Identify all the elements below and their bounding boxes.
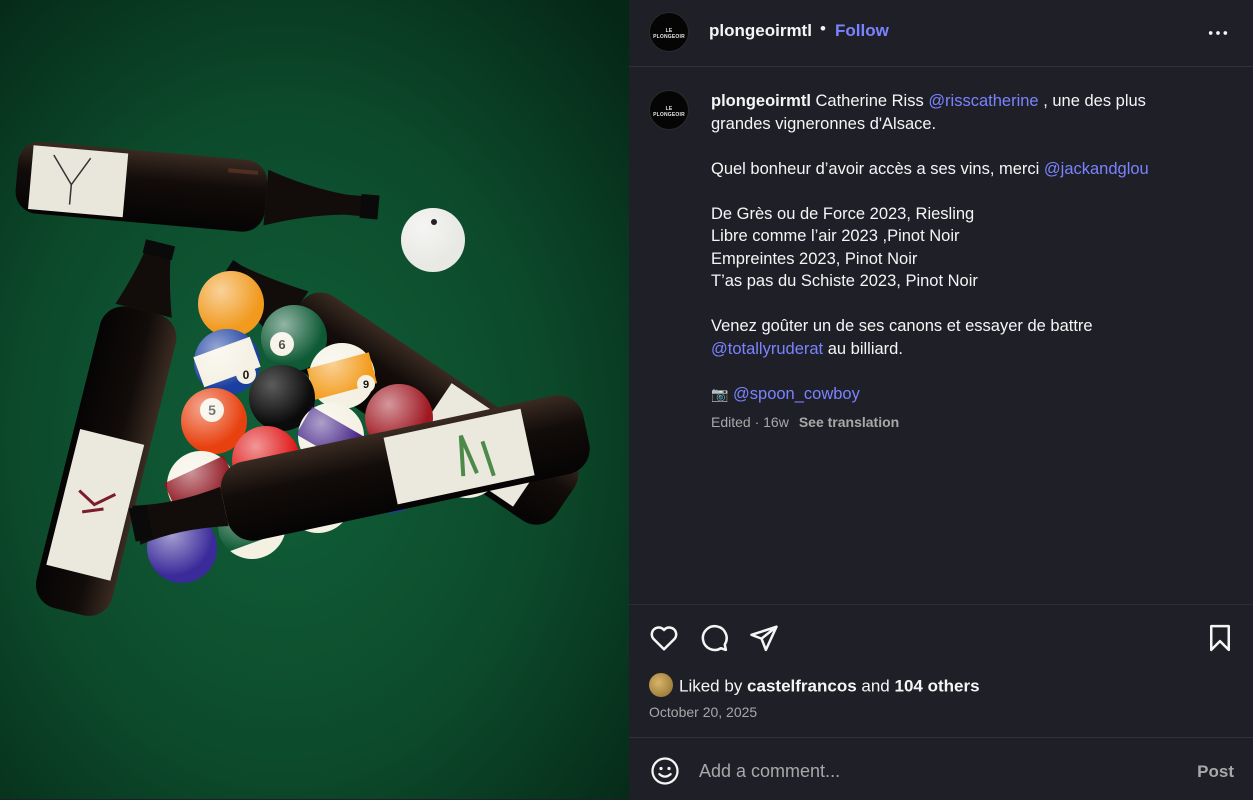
post-photo[interactable]: 6 0 9 5 2 11 14 4 xyxy=(0,0,629,799)
caption-line: Quel bonheur d’avoir accès a ses vins, m… xyxy=(711,158,1211,181)
avatar-text: LE PLONGEOIR xyxy=(653,106,685,118)
comment-bubble-icon[interactable] xyxy=(699,623,729,653)
photo-billiard-wine: 6 0 9 5 2 11 14 4 xyxy=(0,0,629,799)
share-paper-plane-icon[interactable] xyxy=(749,623,779,653)
edited-timestamp[interactable]: Edited · 16w xyxy=(711,414,789,430)
caption-line: plongeoirmtl Catherine Riss @risscatheri… xyxy=(711,90,1211,113)
comment-bar: Post xyxy=(629,737,1253,800)
post-details-panel: LE PLONGEOIR plongeoirmtl • Follow LE PL… xyxy=(629,0,1253,799)
likes-summary: Liked by castelfrancos and 104 others xyxy=(649,673,980,699)
wine-line: Libre comme l’air 2023 ,Pinot Noir xyxy=(711,227,960,245)
likes-others-link[interactable]: 104 others xyxy=(894,676,979,695)
more-options-icon[interactable] xyxy=(1207,22,1229,44)
caption-line: Venez goûter un de ses canons et essayer… xyxy=(711,317,1093,335)
caption-line: grandes vigneronnes d'Alsace. xyxy=(711,114,937,133)
caption-line: @totallyruderat au billiard. xyxy=(711,338,1211,361)
post-actions: Liked by castelfrancos and 104 others Oc… xyxy=(629,604,1253,737)
caption-avatar[interactable]: LE PLONGEOIR xyxy=(649,90,689,130)
caption-text: Quel bonheur d’avoir accès a ses vins, m… xyxy=(711,159,1044,178)
caption-text: au billiard. xyxy=(823,339,903,358)
see-translation-link[interactable]: See translation xyxy=(799,414,899,430)
liked-by-prefix: Liked by xyxy=(679,676,748,696)
author-username[interactable]: plongeoirmtl xyxy=(709,21,812,41)
caption-text: Catherine Riss xyxy=(810,92,929,110)
post-caption: plongeoirmtl Catherine Riss @risscatheri… xyxy=(711,90,1211,405)
wine-line: T’as pas du Schiste 2023, Pinot Noir xyxy=(711,272,978,290)
liked-and: and xyxy=(856,676,895,696)
caption-meta: Edited · 16w See translation xyxy=(711,414,899,430)
mention-link[interactable]: @totallyruderat xyxy=(711,340,823,358)
camera-icon: 📷 xyxy=(711,385,729,402)
author-avatar[interactable]: LE PLONGEOIR xyxy=(649,12,689,52)
post-comment-button[interactable]: Post xyxy=(1197,762,1234,782)
mention-link[interactable]: @risscatherine xyxy=(928,92,1038,110)
wine-line: Empreintes 2023, Pinot Noir xyxy=(711,249,918,268)
post-date[interactable]: October 20, 2025 xyxy=(649,704,757,720)
caption-username[interactable]: plongeoirmtl xyxy=(711,92,811,110)
post-header: LE PLONGEOIR plongeoirmtl • Follow xyxy=(629,0,1253,67)
follow-button[interactable]: Follow xyxy=(835,21,889,41)
mention-link[interactable]: @jackandglou xyxy=(1044,160,1149,178)
save-bookmark-icon[interactable] xyxy=(1205,623,1235,653)
mention-link[interactable]: @spoon_cowboy xyxy=(733,385,860,403)
wine-line: De Grès ou de Force 2023, Riesling xyxy=(711,204,975,223)
liker-username[interactable]: castelfrancos xyxy=(747,676,857,695)
separator-dot: • xyxy=(820,19,826,38)
emoji-smiley-icon[interactable] xyxy=(650,756,680,786)
like-heart-icon[interactable] xyxy=(649,623,679,653)
caption-text: , une des plus xyxy=(1038,92,1146,110)
caption-line: 📷 @spoon_cowboy xyxy=(711,383,1211,406)
liker-avatar[interactable] xyxy=(649,673,673,697)
comment-input[interactable] xyxy=(699,756,1169,786)
avatar-text: LE PLONGEOIR xyxy=(653,28,685,40)
